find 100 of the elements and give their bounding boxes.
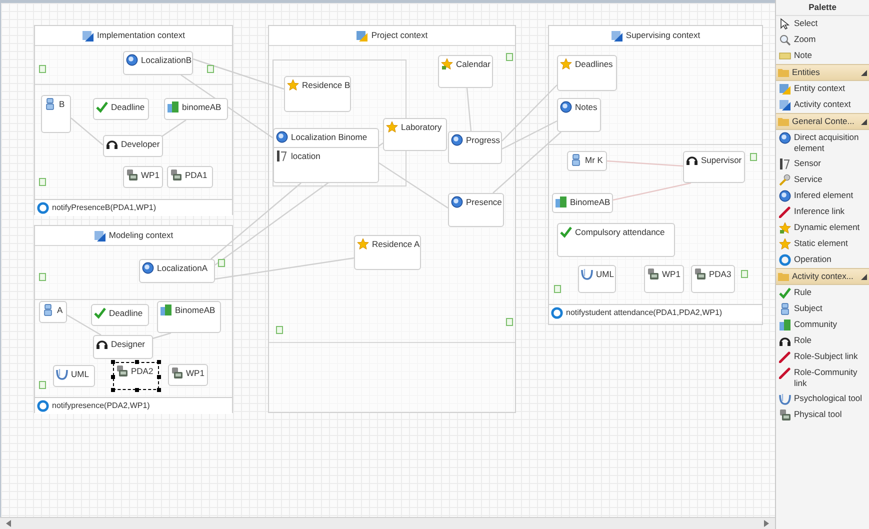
diagram-node[interactable]: Designer xyxy=(93,335,153,359)
context-icon xyxy=(356,30,368,42)
compartment-icon[interactable] xyxy=(39,381,46,389)
circle-icon xyxy=(142,262,154,274)
compartment-icon[interactable] xyxy=(39,178,46,186)
operation-label: notifypresence(PDA2,WP1) xyxy=(52,400,150,412)
left-arrow-icon[interactable] xyxy=(6,520,12,527)
palette-tool[interactable]: Direct acquisition element xyxy=(776,130,869,156)
diagram-node[interactable]: Residence A xyxy=(354,235,421,270)
node-label: Residence A xyxy=(372,238,420,250)
note-icon xyxy=(779,50,791,62)
palette-tool[interactable]: Entity context xyxy=(776,81,869,97)
compartment-icon[interactable] xyxy=(39,273,46,281)
diagram-node[interactable]: UML xyxy=(578,265,616,293)
palette-tool[interactable]: Activity context xyxy=(776,97,869,113)
palette-tool[interactable]: Dynamic element xyxy=(776,220,869,236)
palette-title: Palette xyxy=(808,1,836,14)
headset-icon xyxy=(106,138,118,150)
operation-bar[interactable]: notifyPresenceB(PDA1,WP1) xyxy=(35,199,232,216)
operation-bar[interactable]: notifystudent attendance(PDA1,PDA2,WP1) xyxy=(549,304,762,321)
context-icon xyxy=(82,30,94,42)
diagram-node[interactable]: Calendar xyxy=(438,55,493,88)
palette-tool[interactable]: Psychological tool xyxy=(776,391,869,407)
palette-tool[interactable]: Role-Community link xyxy=(776,365,869,391)
diagram-node[interactable]: Deadline xyxy=(91,304,149,326)
compartment-icon[interactable] xyxy=(741,270,748,278)
diagram-node[interactable]: Mr K xyxy=(567,151,607,171)
node-label: Residence B xyxy=(302,79,350,91)
compartment-icon[interactable] xyxy=(506,53,513,61)
palette-tool[interactable]: Role xyxy=(776,333,869,349)
node-label: PDA1 xyxy=(185,169,208,181)
compartment-icon[interactable] xyxy=(39,65,46,73)
context-title: Supervising context xyxy=(626,29,700,42)
palette-drawer[interactable]: General Conte... xyxy=(776,113,869,130)
folder-icon xyxy=(778,272,789,281)
diagram-node[interactable]: A xyxy=(39,301,67,323)
diagram-node[interactable]: PDA1 xyxy=(167,166,213,188)
diagram-node[interactable]: WP1 xyxy=(644,265,684,293)
node-label: Calendar xyxy=(456,58,490,70)
book-icon xyxy=(581,268,593,280)
compartment-icon[interactable] xyxy=(276,326,283,334)
palette-tool[interactable]: Note xyxy=(776,48,869,64)
palette-tool[interactable]: Subject xyxy=(776,301,869,317)
diagram-node[interactable]: UML xyxy=(53,365,95,387)
diagram-node[interactable]: BinomeAB xyxy=(157,301,221,333)
diagram-node[interactable]: binomeAB xyxy=(164,98,228,120)
operation-bar[interactable]: notifypresence(PDA2,WP1) xyxy=(35,397,232,414)
diagram-node[interactable]: Laboratory xyxy=(383,118,447,151)
node-label: LocalizationA xyxy=(157,262,208,274)
palette-tool[interactable]: Select xyxy=(776,16,869,32)
diagram-node[interactable]: Deadlines xyxy=(557,55,617,91)
node-label: binomeAB xyxy=(182,101,222,113)
palette-drawer[interactable]: Entities xyxy=(776,64,869,81)
diagram-node[interactable]: B xyxy=(41,95,71,133)
palette-tool[interactable]: Operation xyxy=(776,252,869,268)
diagram-node[interactable]: Localization Binome location xyxy=(273,128,379,183)
node-label: Compulsory attendance xyxy=(575,226,665,238)
diagram-node[interactable]: WP1 xyxy=(168,364,208,386)
diagram-node[interactable]: Progress xyxy=(448,131,502,164)
right-arrow-icon[interactable] xyxy=(763,520,769,527)
compartment-icon[interactable] xyxy=(207,65,214,73)
palette-tool[interactable]: Role-Subject link xyxy=(776,349,869,365)
diagram-node[interactable]: Deadline xyxy=(93,98,149,120)
palette-tool[interactable]: Infered element xyxy=(776,188,869,204)
palette-tool[interactable]: Rule xyxy=(776,285,869,301)
diagram-node[interactable]: Developer xyxy=(103,135,163,157)
sensor-icon xyxy=(779,158,791,170)
compartment-icon[interactable] xyxy=(554,285,561,293)
headset-icon xyxy=(779,335,791,347)
diagram-node[interactable]: Compulsory attendance xyxy=(557,223,675,257)
palette-drawer[interactable]: Activity contex... xyxy=(776,268,869,285)
palette-tool[interactable]: Inference link xyxy=(776,204,869,220)
palette-tool[interactable]: Sensor xyxy=(776,156,869,172)
diagram-node[interactable]: Presence xyxy=(448,193,504,227)
palette-tool[interactable]: Community xyxy=(776,317,869,333)
diagram-node[interactable]: PDA3 xyxy=(691,265,735,293)
horizontal-scrollbar[interactable] xyxy=(0,517,775,529)
compartment-icon[interactable] xyxy=(750,153,757,161)
star-icon xyxy=(386,121,398,133)
collapse-arrow-icon xyxy=(861,274,867,280)
diagram-node[interactable]: Residence B xyxy=(284,76,351,112)
node-label: B xyxy=(59,98,65,110)
diagram-node[interactable]: WP1 xyxy=(123,166,163,188)
palette-tool[interactable]: Static element xyxy=(776,236,869,252)
diagram-node[interactable]: BinomeAB xyxy=(552,193,613,213)
group-icon xyxy=(555,196,567,208)
connector-line xyxy=(150,332,172,340)
diagram-node[interactable]: Supervisor xyxy=(683,151,745,183)
compartment-icon[interactable] xyxy=(506,318,513,326)
diagram-node[interactable]: PDA2 xyxy=(113,362,159,390)
person-icon xyxy=(44,98,56,110)
compartment-icon[interactable] xyxy=(218,259,225,267)
person-icon xyxy=(42,304,54,316)
diagram-node[interactable]: LocalizationB xyxy=(123,51,193,75)
diagram-node[interactable]: LocalizationA xyxy=(139,259,215,283)
node-label: LocalizationB xyxy=(141,54,192,66)
palette-tool[interactable]: Physical tool xyxy=(776,407,869,423)
palette-tool[interactable]: Service xyxy=(776,172,869,188)
diagram-node[interactable]: Notes xyxy=(557,98,601,132)
palette-tool[interactable]: Zoom xyxy=(776,32,869,48)
